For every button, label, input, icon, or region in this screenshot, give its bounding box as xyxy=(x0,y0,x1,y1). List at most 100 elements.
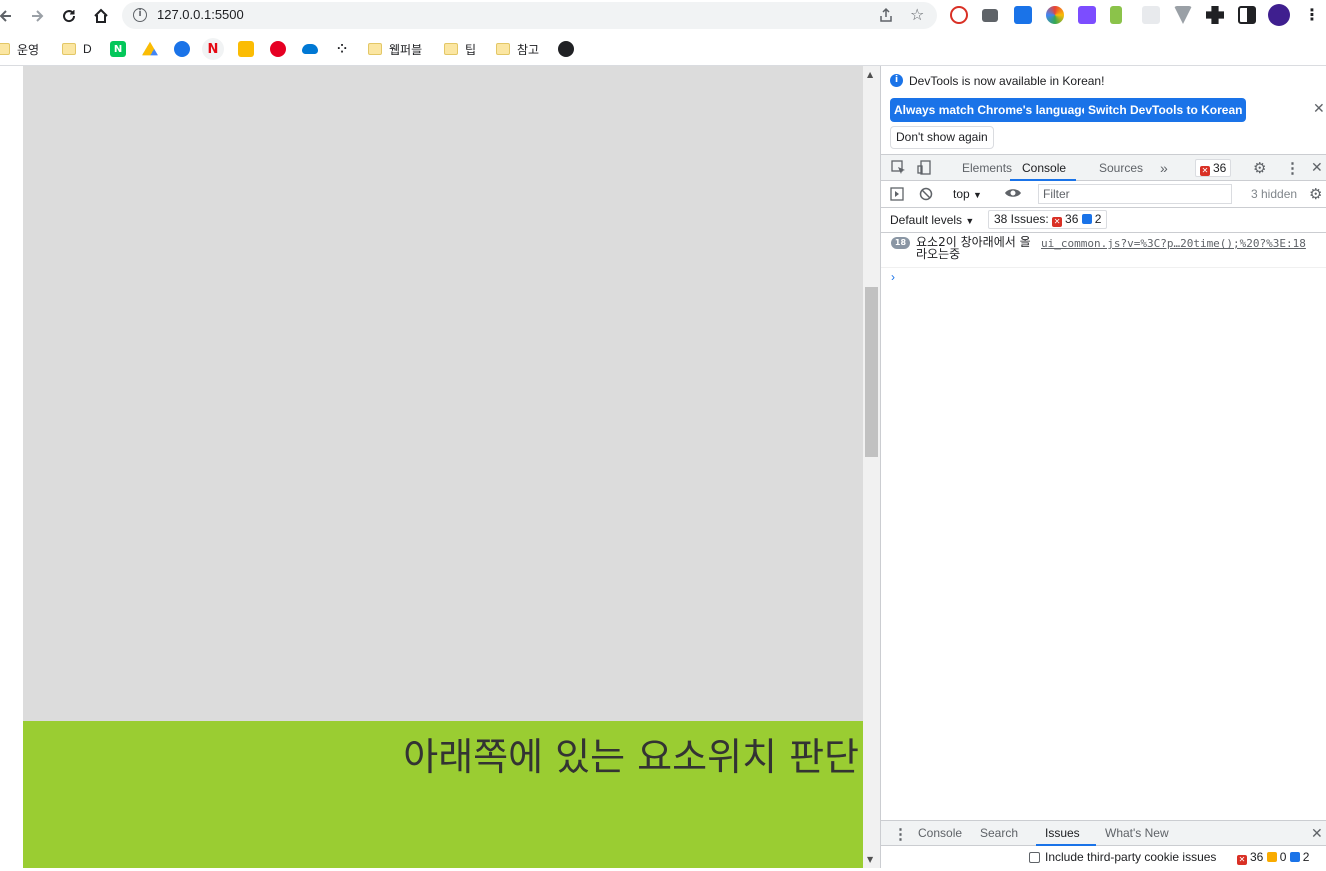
bookmark-pinterest[interactable] xyxy=(270,40,286,58)
bookmark-keep[interactable] xyxy=(238,40,254,58)
close-devtools-icon[interactable]: ✕ xyxy=(1311,159,1323,176)
error-icon: ✕ xyxy=(1200,166,1210,176)
console-filter-input[interactable]: Filter xyxy=(1038,184,1232,204)
devtools-menu-icon[interactable]: ⋮ xyxy=(1285,159,1300,177)
drawer-tab-whats-new[interactable]: What's New xyxy=(1105,821,1169,846)
issue-counts: ✕ 36 0 2 xyxy=(1237,850,1309,865)
bookmark-folder-ref[interactable]: 참고 xyxy=(496,40,539,58)
tab-sources[interactable]: Sources xyxy=(1099,155,1143,181)
browser-menu-icon[interactable]: ⋮ xyxy=(1304,4,1320,26)
ext-block-icon[interactable] xyxy=(950,6,968,24)
tab-elements[interactable]: Elements xyxy=(962,155,1012,181)
error-icon: ✕ xyxy=(1052,217,1063,227)
devtools-panel: i DevTools is now available in Korean! A… xyxy=(880,66,1326,868)
ext-ladder-icon[interactable] xyxy=(1110,6,1122,24)
issues-label: 38 Issues: xyxy=(994,212,1049,226)
live-expression-eye-icon[interactable] xyxy=(1004,186,1022,203)
scrollbar-thumb[interactable] xyxy=(865,287,878,457)
warning-icon xyxy=(1266,852,1277,862)
ext-download-icon[interactable] xyxy=(1014,6,1032,24)
drawer-menu-icon[interactable]: ⋮ xyxy=(893,825,908,843)
bookmark-edge[interactable] xyxy=(174,40,190,58)
close-drawer-icon[interactable]: ✕ xyxy=(1311,825,1323,842)
repeat-count-badge: 18 xyxy=(891,237,910,249)
issues-info-count: 2 xyxy=(1094,212,1102,226)
forward-icon[interactable] xyxy=(25,4,49,28)
edge-icon xyxy=(174,41,190,57)
context-selector[interactable]: top ▼ xyxy=(953,187,982,201)
bookmark-naver[interactable]: N xyxy=(110,40,126,58)
gray-section xyxy=(23,66,863,721)
tab-console[interactable]: Console xyxy=(1010,155,1076,181)
bookmark-folder-d[interactable]: D xyxy=(62,40,92,58)
error-count-badge[interactable]: ✕ 36 xyxy=(1195,159,1232,177)
browser-toolbar: i 127.0.0.1:5500 ☆ ⋮ xyxy=(0,0,1326,32)
keep-icon xyxy=(238,41,254,57)
console-toolbar: top ▼ Filter 3 hidden ⚙ xyxy=(881,181,1326,208)
chevron-down-icon: ▼ xyxy=(965,216,975,226)
drawer-tab-console[interactable]: Console xyxy=(918,821,962,846)
settings-gear-icon[interactable]: ⚙ xyxy=(1253,159,1266,177)
err-count: 36 xyxy=(1250,850,1264,864)
close-infobar-icon[interactable]: ✕ xyxy=(1313,100,1325,117)
sidebar-toggle-icon[interactable] xyxy=(890,187,904,204)
bookmark-folder-tip[interactable]: 팁 xyxy=(444,40,476,58)
extensions-puzzle-icon[interactable] xyxy=(1206,6,1224,24)
bookmark-folder-webpub[interactable]: 웹퍼블 xyxy=(368,40,422,58)
bookmark-dots[interactable]: ⁘ xyxy=(334,40,350,58)
scroll-up-icon[interactable]: ▲ xyxy=(867,70,873,79)
clear-console-icon[interactable] xyxy=(919,187,933,204)
green-section: 아래쪽에 있는 요소위치 판단 xyxy=(23,721,863,868)
bookmark-onedrive[interactable] xyxy=(302,40,318,58)
inspect-element-icon[interactable] xyxy=(891,160,906,178)
side-panel-icon[interactable] xyxy=(1238,6,1256,24)
infobar-message: DevTools is now available in Korean! xyxy=(909,74,1105,88)
bookmark-label: 운영 xyxy=(17,42,40,57)
error-icon: ✕ xyxy=(1237,855,1247,865)
ext-v-icon[interactable] xyxy=(1078,6,1096,24)
issues-toolbar: Include third-party cookie issues ✕ 36 0 … xyxy=(881,846,1326,868)
bookmark-folder-ops[interactable]: 운영 xyxy=(0,40,39,58)
home-icon[interactable] xyxy=(89,4,113,28)
device-toolbar-icon[interactable] xyxy=(917,160,932,178)
ext-grid-icon[interactable] xyxy=(1142,6,1160,24)
scroll-down-icon[interactable]: ▼ xyxy=(867,855,873,864)
dont-show-again-button[interactable]: Don't show again xyxy=(890,126,994,149)
naver-icon: N xyxy=(110,41,126,57)
bookmark-label: 웹퍼블 xyxy=(389,42,423,57)
more-tabs-icon[interactable]: » xyxy=(1160,160,1168,176)
back-icon[interactable] xyxy=(0,4,18,28)
bookmark-netflix[interactable]: N xyxy=(202,38,224,60)
folder-icon xyxy=(62,43,76,55)
bookmark-drive[interactable] xyxy=(142,40,158,58)
issues-badge[interactable]: 38 Issues: ✕ 36 2 xyxy=(988,210,1108,229)
share-icon[interactable] xyxy=(878,7,894,26)
reload-icon[interactable] xyxy=(57,4,81,28)
ext-camera-icon[interactable] xyxy=(982,9,998,22)
folder-icon xyxy=(0,43,10,55)
console-settings-icon[interactable]: ⚙ xyxy=(1309,185,1322,203)
info-icon: i xyxy=(890,74,903,87)
info-count: 2 xyxy=(1302,850,1310,864)
ext-color-icon[interactable] xyxy=(1046,6,1064,24)
drawer-tab-issues[interactable]: Issues ✕ xyxy=(1036,821,1096,865)
third-party-cookie-checkbox[interactable] xyxy=(1029,852,1040,863)
bookmark-star-icon[interactable]: ☆ xyxy=(910,5,924,24)
drawer-tab-search[interactable]: Search xyxy=(980,821,1018,846)
log-levels-dropdown[interactable]: Default levels ▼ xyxy=(890,213,974,227)
url-text[interactable]: 127.0.0.1:5500 xyxy=(157,7,244,22)
ext-vue-icon[interactable] xyxy=(1174,6,1192,24)
page-scrollbar[interactable]: ▲ ▼ xyxy=(863,66,880,868)
console-log-row: 18 요소2이 창아래에서 올라오는중 ui_common.js?v=%3C?p… xyxy=(881,233,1326,268)
address-bar[interactable]: i 127.0.0.1:5500 ☆ xyxy=(122,2,937,29)
profile-avatar[interactable] xyxy=(1268,4,1290,26)
bookmark-globe[interactable] xyxy=(558,40,574,58)
site-info-icon[interactable]: i xyxy=(133,8,147,22)
chevron-down-icon: ▼ xyxy=(973,190,982,200)
console-prompt-icon[interactable]: › xyxy=(891,270,895,284)
log-source-link[interactable]: ui_common.js?v=%3C?p…20time();%20?%3E:18 xyxy=(1041,237,1306,250)
switch-korean-button[interactable]: Switch DevTools to Korean xyxy=(1084,98,1247,122)
match-language-button[interactable]: Always match Chrome's language xyxy=(890,98,1093,122)
web-page: 아래쪽에 있는 요소위치 판단 ▲ ▼ xyxy=(0,66,880,868)
folder-icon xyxy=(368,43,382,55)
